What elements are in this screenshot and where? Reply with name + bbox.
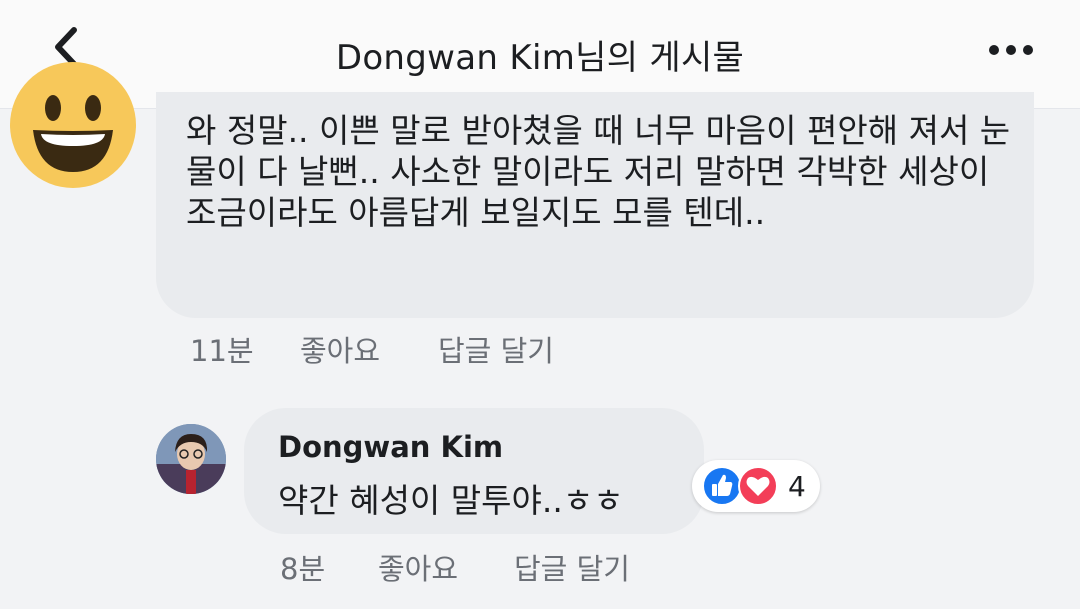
reaction-summary[interactable]: 4 <box>692 460 820 512</box>
love-reaction-icon <box>738 466 778 506</box>
comment-meta: 11분 좋아요 답글 달기 <box>0 328 1080 368</box>
reaction-count: 4 <box>788 470 806 503</box>
avatar[interactable] <box>156 424 226 494</box>
reply-text: 약간 혜성이 말투야..ㅎㅎ <box>278 481 624 520</box>
more-options-button[interactable] <box>986 40 1036 60</box>
profile-photo <box>156 424 226 494</box>
page-title: Dongwan Kim님의 게시물 <box>335 38 745 78</box>
reply-link[interactable]: 답글 달기 <box>438 328 554 370</box>
reply-bubble: Dongwan Kim 약간 혜성이 말투야..ㅎㅎ <box>244 408 704 534</box>
reply-meta: 8분 좋아요 답글 달기 <box>0 546 1080 586</box>
reply-link[interactable]: 답글 달기 <box>514 546 630 588</box>
reply-author[interactable]: Dongwan Kim <box>278 430 503 464</box>
like-link[interactable]: 좋아요 <box>300 328 380 370</box>
like-link[interactable]: 좋아요 <box>378 546 458 588</box>
like-reaction-icon <box>702 466 742 506</box>
comment-time: 11분 <box>190 334 254 368</box>
comment-text: 와 정말.. 이쁜 말로 받아쳤을 때 너무 마음이 편안해 져서 눈물이 다 … <box>186 111 1011 232</box>
smiley-emoji-icon <box>10 62 136 188</box>
comment-bubble: 와 정말.. 이쁜 말로 받아쳤을 때 너무 마음이 편안해 져서 눈물이 다 … <box>156 92 1034 318</box>
more-dots-icon <box>989 45 1033 55</box>
reply-time: 8분 <box>280 552 326 586</box>
